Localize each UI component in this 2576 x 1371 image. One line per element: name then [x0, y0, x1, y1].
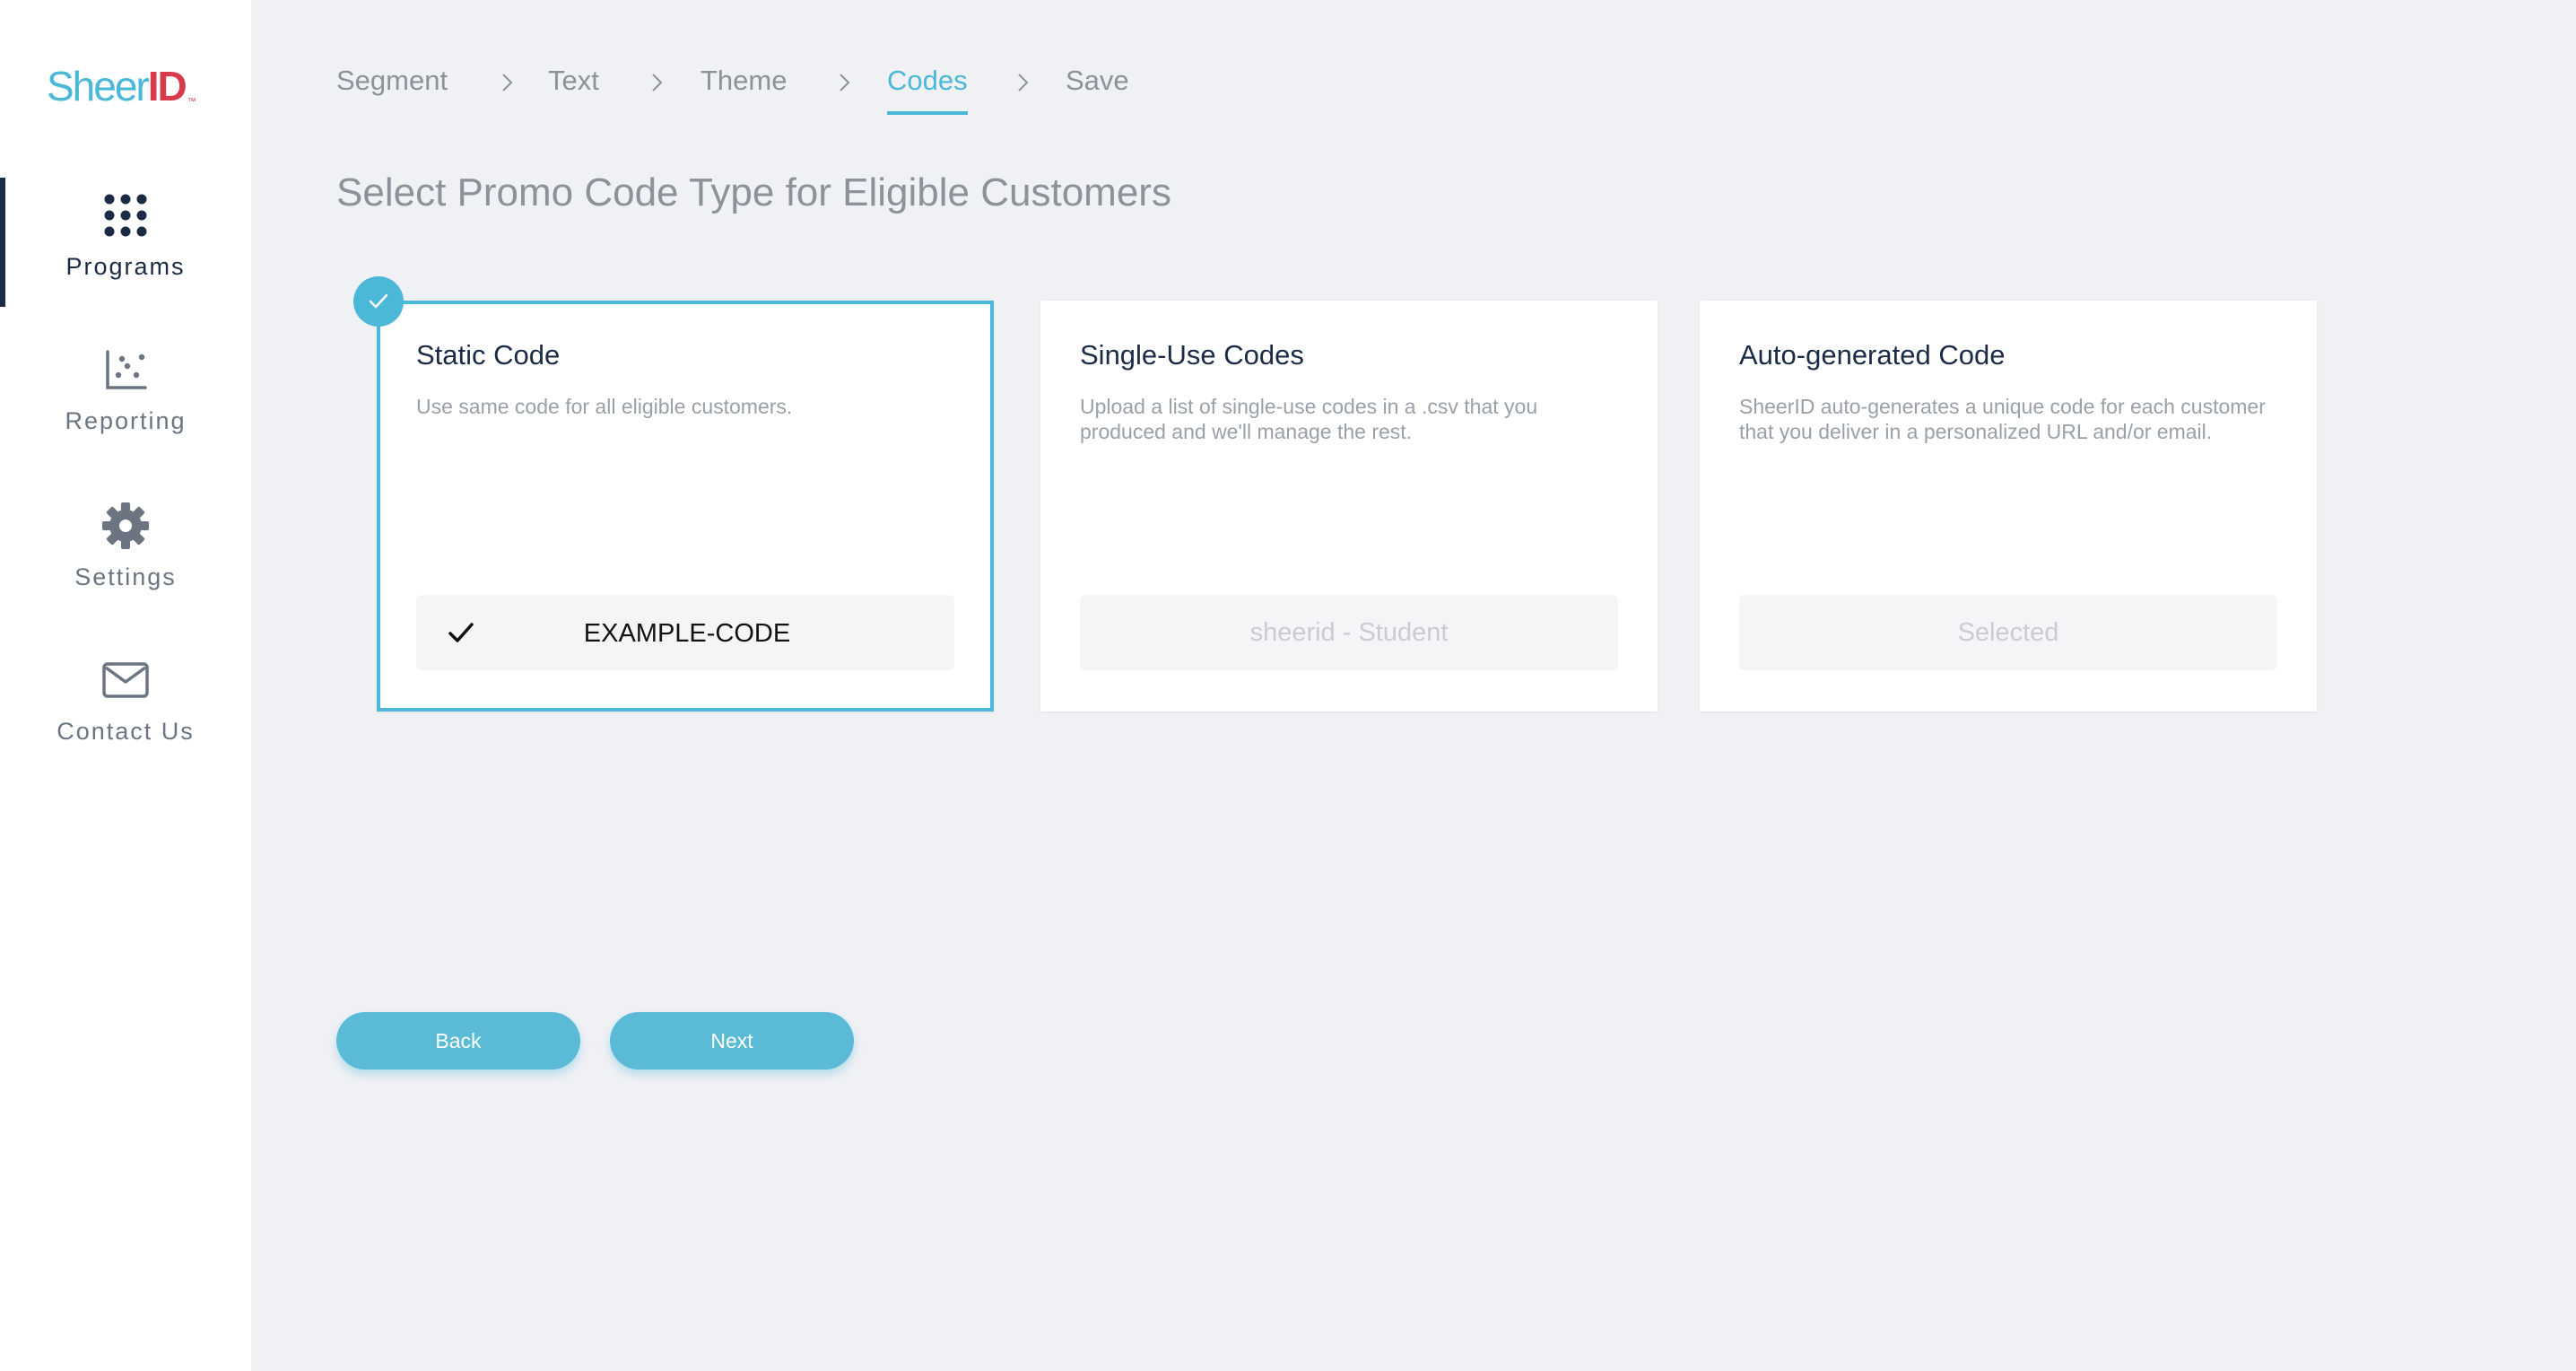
breadcrumb-step-codes[interactable]: Codes [887, 65, 968, 115]
sidebar: Sheer ID ™ Programs Reporting Settings C… [0, 0, 251, 1371]
checkmark-icon [369, 293, 388, 309]
card-static-code[interactable]: Static Code Use same code for all eligib… [377, 301, 994, 712]
chevron-right-icon [1018, 74, 1029, 92]
sidebar-item-settings[interactable]: Settings [0, 488, 251, 623]
chevron-right-icon [652, 74, 663, 92]
chevron-right-icon [502, 74, 513, 92]
selected-badge [353, 276, 404, 327]
sidebar-item-label: Programs [65, 253, 186, 280]
card-title: Auto-generated Code [1739, 339, 2006, 371]
breadcrumb-step-save[interactable]: Save [1066, 65, 1129, 97]
static-code-input[interactable] [416, 595, 958, 672]
gear-icon [102, 502, 149, 549]
sidebar-item-programs[interactable]: Programs [0, 178, 251, 312]
auto-generated-code-field[interactable]: Selected [1739, 595, 2277, 670]
envelope-icon [102, 662, 149, 698]
card-description: SheerID auto-generates a unique code for… [1739, 395, 2266, 443]
logo-text-sheer: Sheer [47, 63, 150, 109]
sidebar-item-reporting[interactable]: Reporting [0, 332, 251, 467]
breadcrumb-step-text[interactable]: Text [548, 65, 599, 97]
card-description: Use same code for all eligible customers… [416, 395, 793, 418]
breadcrumb-step-theme[interactable]: Theme [701, 65, 787, 97]
sidebar-item-contact-us[interactable]: Contact Us [0, 642, 251, 777]
single-use-codes-field[interactable]: sheerid - Student [1080, 595, 1618, 670]
sidebar-item-label: Settings [74, 563, 177, 590]
scatter-chart-icon [106, 350, 147, 389]
card-description: Upload a list of single-use codes in a .… [1080, 395, 1538, 443]
logo-trademark: ™ [187, 97, 196, 107]
grid-dots-icon [104, 194, 147, 237]
sheerid-logo[interactable]: Sheer ID ™ [47, 61, 196, 111]
page-title: Select Promo Code Type for Eligible Cust… [336, 170, 1171, 214]
card-auto-generated-code[interactable]: Auto-generated Code SheerID auto-generat… [1700, 301, 2317, 712]
back-button[interactable]: Back [336, 1012, 580, 1070]
chevron-right-icon [840, 74, 850, 92]
static-code-field [416, 595, 958, 672]
sidebar-item-label: Contact Us [57, 718, 195, 745]
card-title: Single-Use Codes [1080, 339, 1304, 371]
sidebar-item-label: Reporting [65, 407, 187, 434]
logo-text-id: ID [147, 63, 187, 109]
breadcrumb-step-segment[interactable]: Segment [336, 65, 448, 97]
card-single-use-codes[interactable]: Single-Use Codes Upload a list of single… [1040, 301, 1658, 712]
next-button[interactable]: Next [610, 1012, 854, 1070]
card-title: Static Code [416, 339, 561, 371]
